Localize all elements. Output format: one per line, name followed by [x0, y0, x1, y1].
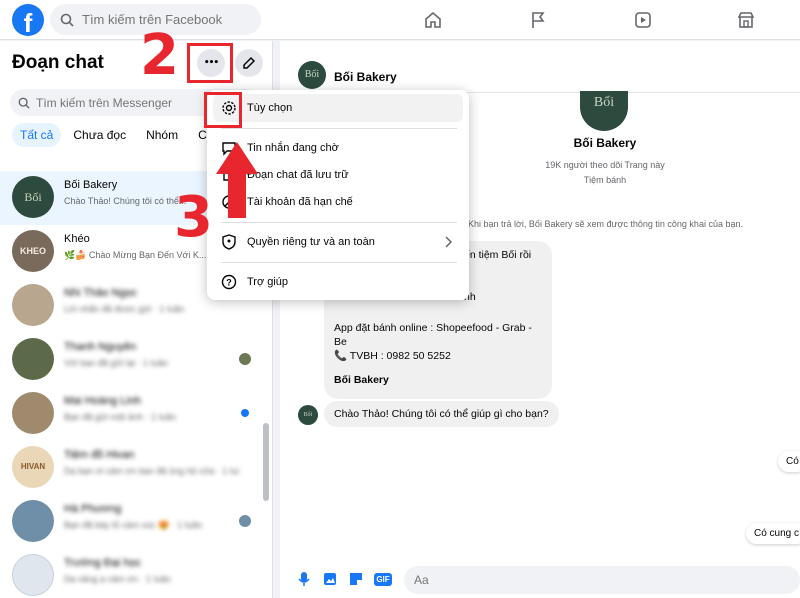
chat-item[interactable]: Trường Đại học Dạ vâng ạ cảm ơn · 1 tuần: [0, 549, 265, 598]
chat-preview: Chào Thảo! Chúng tôi có thể...: [64, 196, 187, 206]
sticker-icon[interactable]: [348, 571, 364, 587]
search-icon: [60, 13, 74, 27]
message-line: ến tiệm Bối rồi: [464, 249, 532, 261]
tab-all[interactable]: Tất cả: [12, 123, 62, 147]
video-icon[interactable]: [631, 8, 655, 32]
chat-preview: Với bạn đã gửi lại · 1 tuần: [64, 358, 168, 368]
sidebar-scrollbar[interactable]: [263, 423, 269, 501]
avatar: [12, 392, 54, 434]
chat-item[interactable]: Thanh Nguyễn Với bạn đã gửi lại · 1 tuần: [0, 333, 265, 387]
logo-letter: f: [23, 8, 33, 36]
menu-item-label: Tài khoản đã hạn chế: [247, 196, 353, 208]
tab-groups[interactable]: Nhóm: [138, 123, 186, 147]
conversation-header: Bối Bối Bakery: [280, 41, 800, 93]
chat-preview: 🌿🍰 Chào Mừng Bạn Đến Với K...: [64, 250, 207, 260]
arrow-up-icon: [216, 142, 258, 218]
menu-item-preferences[interactable]: Tùy chọn: [213, 94, 463, 122]
menu-item-label: Trợ giúp: [247, 276, 289, 288]
chat-name: Khéo: [64, 233, 90, 245]
menu-item-label: Tùy chọn: [247, 102, 293, 114]
quick-reply-chip[interactable]: Có cung c: [746, 523, 800, 544]
tab-unread[interactable]: Chưa đọc: [65, 123, 134, 147]
chevron-right-icon: [445, 236, 453, 248]
chat-name: Thanh Nguyễn: [64, 341, 137, 353]
chat-name: Tiệm đồ Hivan: [64, 449, 135, 461]
greeting-bubble: Chào Thảo! Chúng tôi có thể giúp gì cho …: [324, 401, 559, 427]
help-icon: ?: [221, 274, 237, 290]
avatar: [12, 500, 54, 542]
chat-name: Nhi Thảo Ngọc: [64, 287, 138, 299]
chat-name: Hà Phương: [64, 503, 122, 515]
profile-followers: 19K người theo dõi Trang này: [545, 160, 665, 170]
sidebar-title: Đoạn chat: [12, 52, 104, 73]
composer: GIF: [280, 561, 800, 598]
menu-divider: [221, 128, 457, 129]
unread-dot: [241, 409, 249, 417]
step-2-label: 2: [140, 23, 179, 88]
chat-item[interactable]: HIVAN Tiệm đồ Hivan Dạ bạn ơi cảm ơn bạn…: [0, 441, 265, 495]
seen-avatar: [239, 353, 251, 365]
avatar: HIVAN: [12, 446, 54, 488]
avatar: [12, 554, 54, 596]
chat-name: Trường Đại học: [64, 557, 142, 569]
message-input[interactable]: [404, 566, 800, 594]
marketplace-icon[interactable]: [734, 8, 758, 32]
greeting-text: Chào Thảo! Chúng tôi có thể giúp gì cho …: [334, 408, 549, 420]
compose-icon: [243, 56, 256, 69]
avatar: KHEO: [12, 230, 54, 272]
gif-icon[interactable]: GIF: [374, 571, 392, 587]
chat-item[interactable]: Mai Hoàng Linh Bạn đã gửi một ảnh · 1 tu…: [0, 387, 265, 441]
svg-text:?: ?: [226, 278, 232, 288]
microphone-icon[interactable]: [296, 571, 312, 587]
chat-preview: Bạn đã gửi một ảnh · 1 tuần: [64, 412, 177, 422]
chat-item[interactable]: Hà Phương Bạn đã bày tỏ cảm xúc 😍 · 1 tu…: [0, 495, 265, 549]
top-bar: f: [0, 0, 800, 40]
chat-preview: Lời nhắn đã được gửi · 1 tuần: [64, 304, 185, 314]
avatar[interactable]: Bối: [298, 61, 326, 89]
chat-preview: Dạ bạn ơi cảm ơn bạn đã ủng hộ cửa · 1 t…: [64, 466, 239, 476]
highlight-box-preferences: [204, 92, 242, 128]
home-icon[interactable]: [421, 8, 445, 32]
shield-icon: [222, 234, 236, 250]
step-3-label: 3: [174, 185, 213, 250]
message-line: App đặt bánh online : Shopeefood - Grab …: [334, 322, 532, 334]
avatar: Bối: [12, 176, 54, 218]
profile-name: Bối Bakery: [573, 136, 637, 150]
menu-item-label: Tin nhắn đang chờ: [247, 142, 339, 154]
menu-divider: [221, 262, 457, 263]
message-line: 📞 TVBH : 0982 50 5252: [334, 350, 451, 362]
menu-item-label: Quyền riêng tư và an toàn: [247, 236, 375, 248]
conversation-name[interactable]: Bối Bakery: [334, 70, 397, 84]
message-signature: Bối Bakery: [334, 374, 389, 386]
photo-icon[interactable]: [322, 571, 338, 587]
filter-tabs: Tất cả Chưa đọc Nhóm Cộn: [12, 123, 228, 147]
flag-icon[interactable]: [526, 8, 550, 32]
chat-preview: Bạn đã bày tỏ cảm xúc 😍 · 1 tuần: [64, 520, 203, 530]
avatar: [12, 284, 54, 326]
gif-label: GIF: [374, 572, 392, 586]
profile-avatar: Bối: [580, 91, 628, 131]
highlight-box-more: [187, 43, 233, 83]
quick-reply-chip[interactable]: Có: [778, 451, 800, 472]
menu-divider: [221, 222, 457, 223]
new-message-button[interactable]: [235, 49, 263, 77]
facebook-logo[interactable]: f: [12, 4, 44, 36]
menu-item-help[interactable]: ? Trợ giúp: [213, 268, 463, 296]
chat-preview: Dạ vâng ạ cảm ơn · 1 tuần: [64, 574, 171, 584]
chat-name: Bối Bakery: [64, 179, 118, 191]
message-line: Be: [334, 336, 347, 348]
chat-name: Mai Hoàng Linh: [64, 395, 142, 407]
seen-avatar: [239, 515, 251, 527]
search-icon: [18, 97, 30, 109]
profile-category: Tiệm bánh: [583, 175, 627, 185]
menu-item-privacy-safety[interactable]: Quyền riêng tư và an toàn: [213, 228, 463, 256]
privacy-notice: Khi bạn trả lời, Bối Bakery sẽ xem được …: [468, 219, 743, 229]
avatar: [12, 338, 54, 380]
menu-item-label: Đoạn chat đã lưu trữ: [247, 169, 349, 181]
sender-avatar: Bối: [298, 405, 318, 425]
